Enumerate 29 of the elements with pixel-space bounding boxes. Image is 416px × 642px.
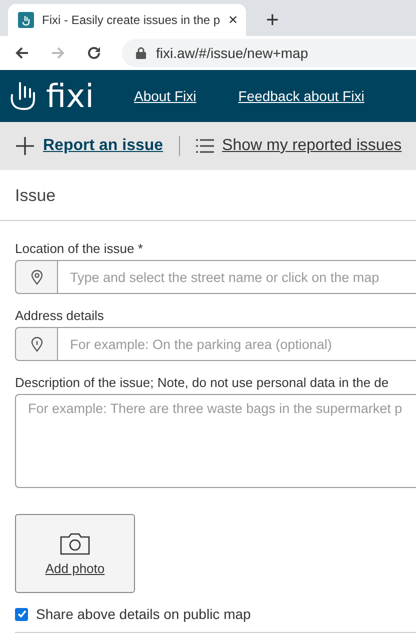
nav-tab[interactable]: Show my reported issues [222,137,402,155]
plus-icon [15,136,35,156]
camera-icon [60,531,90,557]
text-field[interactable]: For example: On the parking area (optional) [58,327,416,361]
info-pin-icon [30,336,42,352]
reload-icon[interactable] [86,45,102,61]
location-pin-icon [30,270,42,284]
new-tab-button[interactable]: + [266,8,279,32]
nav-link[interactable]: About Fixi [134,88,196,104]
browser-tab[interactable]: Fixi - Easily create issues in the p ✕ [8,4,246,36]
hand-icon [18,12,34,28]
lock-icon [136,47,146,59]
section-title: Issue [0,170,416,221]
checkbox[interactable] [15,608,28,620]
text-field[interactable]: Type and select the street name or click on the map [58,260,416,294]
add-photo-button[interactable]: Add photo [15,514,135,593]
address-bar[interactable]: fixi.aw/#/issue/new+map [122,39,416,67]
nav-link[interactable]: Feedback about Fixi [238,88,364,104]
tab-title: Fixi - Easily create issues in the p [42,13,220,27]
field-label: Description of the issue; Note, do not use personal data in the de [15,375,390,390]
field-label: Address details [15,308,105,323]
description-field[interactable]: For example: There are three waste bags in the supermarket p [15,394,416,488]
list-icon [196,139,214,153]
back-icon[interactable] [14,45,30,61]
checkbox-label: Share above details on public map [36,606,251,622]
field-label: Location of the issue * [15,241,144,256]
logo-text[interactable]: fixi [46,79,94,113]
nav-tab[interactable]: Report an issue [43,137,164,155]
close-icon[interactable]: ✕ [228,13,238,27]
